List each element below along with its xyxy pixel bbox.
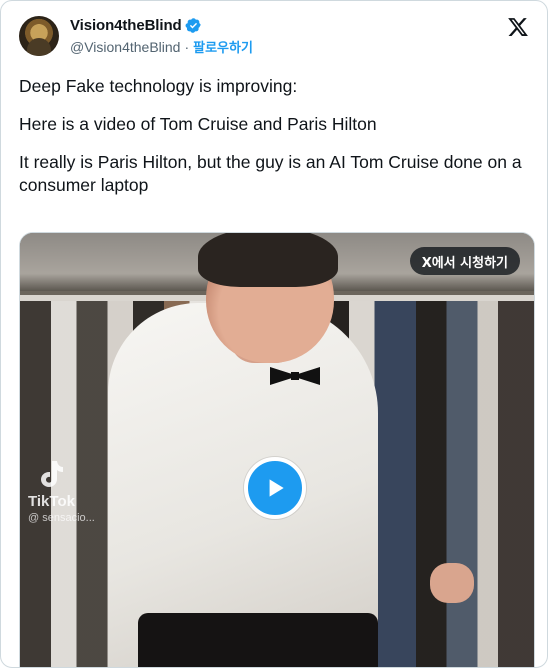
tweet-text: Deep Fake technology is improving: Here … <box>19 75 529 212</box>
avatar[interactable] <box>19 15 59 56</box>
author-block: Vision4theBlind @Vision4theBlind · 팔로우하기 <box>70 15 253 57</box>
video-frame-person-vest <box>138 613 378 667</box>
video-frame-person-hand <box>430 563 474 603</box>
video-media[interactable]: TikTok @ sensacio... X에서 시청하기 <box>19 232 535 667</box>
play-button[interactable] <box>244 457 306 519</box>
play-icon <box>269 479 284 497</box>
tweet-header: Vision4theBlind @Vision4theBlind · 팔로우하기 <box>19 15 253 56</box>
follow-button[interactable]: 팔로우하기 <box>193 37 253 56</box>
tweet-embed-card: Vision4theBlind @Vision4theBlind · 팔로우하기… <box>0 0 548 668</box>
tweet-text-line: Here is a video of Tom Cruise and Paris … <box>19 114 377 134</box>
display-name[interactable]: Vision4theBlind <box>70 17 182 34</box>
display-name-row: Vision4theBlind <box>70 15 253 35</box>
tiktok-logo-icon <box>41 461 63 487</box>
tweet-text-line: It really is Paris Hilton, but the guy i… <box>19 152 522 195</box>
watch-on-x-button[interactable]: X에서 시청하기 <box>409 247 520 275</box>
tweet-text-line: Deep Fake technology is improving: <box>19 76 298 96</box>
separator-dot: · <box>184 38 190 55</box>
bowtie-shape <box>270 367 320 385</box>
tiktok-handle-text: @ sensacio... <box>28 512 95 524</box>
tiktok-watermark: TikTok @ sensacio... <box>28 459 95 524</box>
handle[interactable]: @Vision4theBlind <box>70 39 180 55</box>
video-frame-person-hair <box>198 233 338 287</box>
tiktok-brand-text: TikTok <box>28 493 75 510</box>
verified-badge-icon <box>185 17 201 33</box>
x-logo-icon[interactable] <box>507 16 529 38</box>
handle-row: @Vision4theBlind · 팔로우하기 <box>70 37 253 57</box>
